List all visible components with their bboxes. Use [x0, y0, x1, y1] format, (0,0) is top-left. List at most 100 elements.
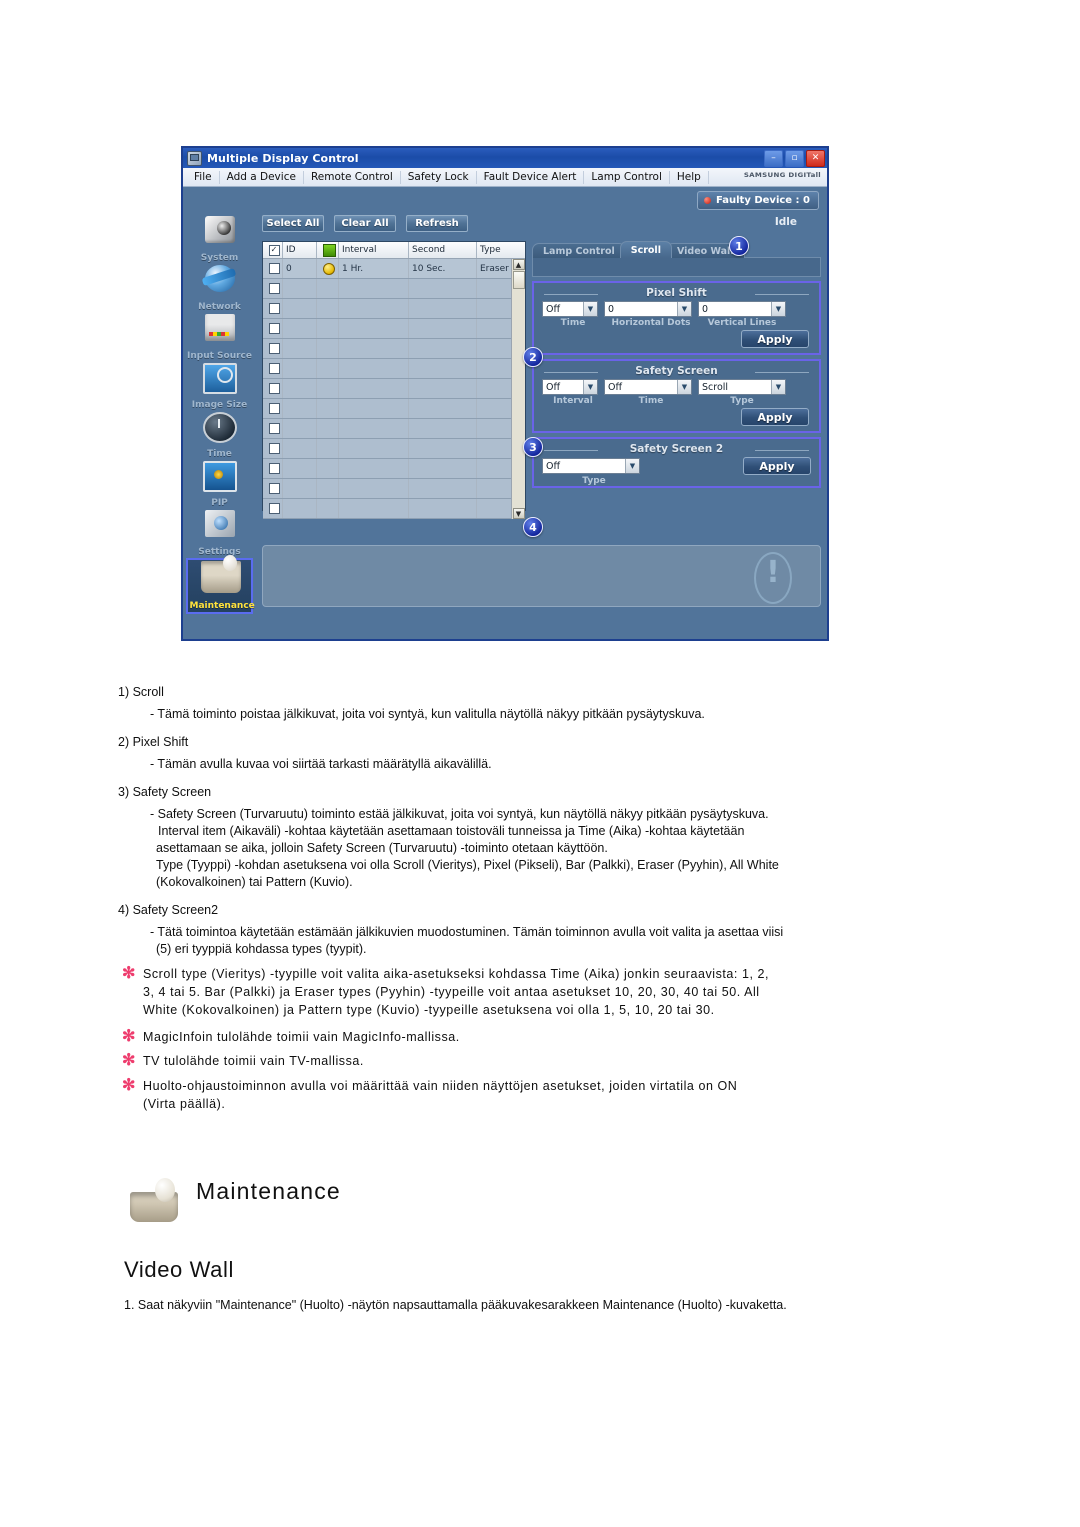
- chevron-down-icon: ▼: [677, 380, 691, 394]
- sidebar-label-input-source: Input Source: [187, 351, 252, 361]
- checkbox-icon: [268, 363, 280, 374]
- doc-bullet-1-line-1: Scroll type (Vieritys) -tyypille voit va…: [143, 967, 770, 981]
- row-checkbox[interactable]: [263, 259, 283, 278]
- menu-fault-device-alert[interactable]: Fault Device Alert: [477, 170, 585, 184]
- sidebar-item-maintenance[interactable]: Maintenance: [186, 555, 255, 614]
- table-row[interactable]: 0 1 Hr. 10 Sec. Eraser: [263, 259, 511, 279]
- pixel-shift-controls: Off ▼ 0 ▼ 0 ▼: [534, 301, 819, 317]
- doc-footer-step-1: 1. Saat näkyviin "Maintenance" (Huolto) …: [124, 1298, 787, 1312]
- row-checkbox[interactable]: [263, 339, 283, 358]
- select-all-button[interactable]: Select All: [262, 215, 324, 232]
- scroll-down-icon[interactable]: ▼: [512, 508, 525, 519]
- table-row[interactable]: [263, 299, 511, 319]
- sidebar-item-input-source[interactable]: Input Source: [183, 313, 256, 362]
- maximize-button[interactable]: ▫: [785, 149, 804, 167]
- doc-line-safety-desc-4: Type (Tyyppi) -kohdan asetuksena voi oll…: [156, 858, 779, 872]
- row-checkbox[interactable]: [263, 499, 283, 518]
- menu-lamp-control[interactable]: Lamp Control: [584, 170, 670, 184]
- row-checkbox[interactable]: [263, 459, 283, 478]
- tab-bar: Lamp Control Scroll Video Wall 1: [532, 236, 821, 258]
- tab-scroll[interactable]: Scroll: [619, 241, 672, 258]
- table-row[interactable]: [263, 279, 511, 299]
- row-checkbox[interactable]: [263, 319, 283, 338]
- sidebar-label-network: Network: [198, 302, 241, 312]
- safety-screen-title: Safety Screen: [534, 361, 819, 379]
- row-checkbox[interactable]: [263, 479, 283, 498]
- checkbox-icon: [268, 283, 280, 294]
- menu-file[interactable]: File: [187, 170, 220, 184]
- sidebar-item-settings[interactable]: Settings: [183, 509, 256, 558]
- sidebar-item-system[interactable]: System: [183, 215, 256, 264]
- table-row[interactable]: [263, 439, 511, 459]
- menu-help[interactable]: Help: [670, 170, 709, 184]
- row-checkbox[interactable]: [263, 299, 283, 318]
- pixel-shift-horizontal-dots-select[interactable]: 0 ▼: [604, 301, 692, 317]
- pixel-shift-time-select[interactable]: Off ▼: [542, 301, 598, 317]
- row-checkbox[interactable]: [263, 379, 283, 398]
- doc-line-safety2-desc-2: (5) eri tyyppiä kohdassa types (tyypit).: [156, 942, 367, 956]
- device-table: ID Interval Second Type 0 1 Hr. 10 Sec. …: [262, 241, 526, 519]
- right-control-panel: Lamp Control Scroll Video Wall 1 2 3 4 P…: [523, 236, 821, 537]
- checkbox-icon: [268, 343, 280, 354]
- table-row[interactable]: [263, 479, 511, 499]
- table-row[interactable]: [263, 399, 511, 419]
- table-row[interactable]: [263, 379, 511, 399]
- status-yellow-icon: [323, 262, 335, 275]
- row-checkbox[interactable]: [263, 359, 283, 378]
- menu-remote-control[interactable]: Remote Control: [304, 170, 401, 184]
- doc-line-4-safety-screen2: 4) Safety Screen2: [118, 903, 219, 917]
- exclamation-icon: [754, 552, 792, 604]
- safety-screen-interval-select[interactable]: Off ▼: [542, 379, 598, 395]
- tab-lamp-control[interactable]: Lamp Control: [532, 243, 626, 258]
- doc-line-scroll-desc: - Tämä toiminto poistaa jälkikuvat, joit…: [150, 707, 705, 721]
- table-row[interactable]: [263, 419, 511, 439]
- maintenance-heading-icon: [128, 1178, 186, 1226]
- row-checkbox[interactable]: [263, 399, 283, 418]
- refresh-button[interactable]: Refresh: [406, 215, 468, 232]
- table-row[interactable]: [263, 459, 511, 479]
- table-row[interactable]: [263, 319, 511, 339]
- doc-line-safety-desc-3: asettamaan se aika, jolloin Safety Scree…: [156, 841, 608, 855]
- pixel-shift-vertical-lines-select[interactable]: 0 ▼: [698, 301, 786, 317]
- header-status-icon: [317, 242, 339, 258]
- row-checkbox[interactable]: [263, 279, 283, 298]
- doc-bullet-1-line-2: 3, 4 tai 5. Bar (Palkki) ja Eraser types…: [143, 985, 760, 999]
- safety-screen-type-select[interactable]: Scroll ▼: [698, 379, 786, 395]
- doc-line-safety2-desc-1: - Tätä toimintoa käytetään estämään jälk…: [150, 925, 784, 939]
- safety-screen-2-apply-button[interactable]: Apply: [743, 457, 811, 475]
- sidebar-item-time[interactable]: Time: [183, 411, 256, 460]
- header-select-all-checkbox[interactable]: [263, 242, 283, 258]
- table-rows: 0 1 Hr. 10 Sec. Eraser: [263, 259, 511, 519]
- sidebar-item-network[interactable]: Network: [183, 264, 256, 313]
- minimize-button[interactable]: –: [764, 149, 783, 167]
- sidebar-label-time: Time: [207, 449, 232, 459]
- table-scrollbar[interactable]: ▲ ▼: [511, 259, 525, 519]
- table-row[interactable]: [263, 339, 511, 359]
- close-button[interactable]: ✕: [806, 149, 825, 167]
- sidebar-item-image-size[interactable]: Image Size: [183, 362, 256, 411]
- table-row[interactable]: [263, 359, 511, 379]
- row-second: 10 Sec.: [409, 259, 477, 278]
- label-time: Time: [638, 396, 664, 406]
- safety-screen-time-select[interactable]: Off ▼: [604, 379, 692, 395]
- menu-safety-lock[interactable]: Safety Lock: [401, 170, 477, 184]
- pixel-shift-horizontal-dots-value: 0: [608, 303, 615, 315]
- table-row[interactable]: [263, 499, 511, 519]
- network-icon: [204, 265, 235, 292]
- label-horizontal-dots: Horizontal Dots: [611, 318, 691, 328]
- safety-screen-apply-button[interactable]: Apply: [741, 408, 809, 426]
- scroll-up-icon[interactable]: ▲: [512, 259, 525, 270]
- checkbox-icon: [268, 483, 280, 494]
- scrollbar-thumb[interactable]: [512, 271, 525, 289]
- safety-screen-2-type-select[interactable]: Off ▼: [542, 458, 640, 474]
- row-checkbox[interactable]: [263, 419, 283, 438]
- pixel-shift-time-value: Off: [546, 303, 561, 315]
- menu-add-a-device[interactable]: Add a Device: [220, 170, 304, 184]
- sidebar-item-pip[interactable]: PIP: [183, 460, 256, 509]
- clear-all-button[interactable]: Clear All: [334, 215, 396, 232]
- pixel-shift-apply-button[interactable]: Apply: [741, 330, 809, 348]
- row-checkbox[interactable]: [263, 439, 283, 458]
- doc-line-safety-desc-1: - Safety Screen (Turvaruutu) toiminto es…: [150, 807, 769, 821]
- doc-bullet-3-line-1: TV tulolähde toimii vain TV-mallissa.: [143, 1054, 364, 1068]
- window-titlebar: Multiple Display Control – ▫ ✕: [183, 148, 827, 168]
